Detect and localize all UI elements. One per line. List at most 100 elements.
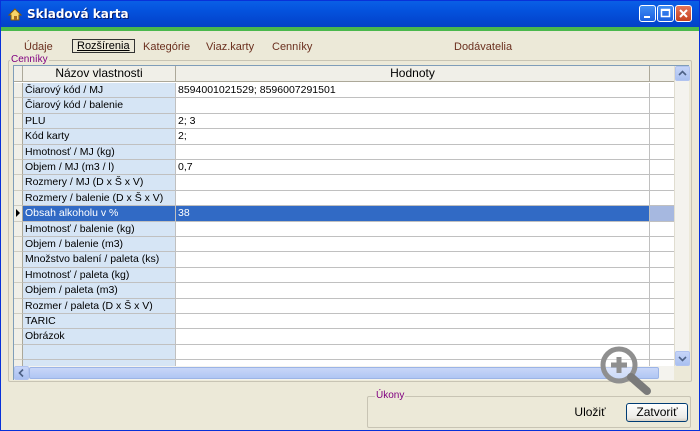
- property-name-cell[interactable]: Hmotnosť / paleta (kg): [23, 267, 176, 284]
- row-indicator[interactable]: [14, 221, 23, 237]
- extra-cell[interactable]: [650, 129, 674, 145]
- table-row[interactable]: Rozmer / paleta (D x Š x V): [14, 298, 674, 314]
- extra-cell[interactable]: [650, 329, 674, 345]
- scroll-down-button[interactable]: [675, 351, 690, 366]
- property-value-cell[interactable]: [176, 329, 650, 345]
- table-row[interactable]: Obsah alkoholu v % 38: [14, 206, 674, 222]
- property-name-cell[interactable]: Čiarový kód / MJ: [23, 83, 176, 99]
- extra-cell[interactable]: [650, 268, 674, 284]
- property-value-cell[interactable]: [176, 283, 650, 299]
- table-row[interactable]: PLU 2; 3: [14, 113, 674, 130]
- tab-kategorie[interactable]: Kategórie: [143, 41, 190, 54]
- close-button[interactable]: Zatvoriť: [626, 403, 688, 422]
- row-indicator[interactable]: [14, 252, 23, 268]
- table-row[interactable]: Množstvo balení / paleta (ks): [14, 252, 674, 268]
- property-value-cell[interactable]: [176, 344, 650, 361]
- property-name-cell[interactable]: Hmotnosť / MJ (kg): [23, 144, 176, 160]
- property-name-cell[interactable]: Objem / MJ (m3 / l): [23, 160, 176, 176]
- property-name-cell[interactable]: Množstvo balení / paleta (ks): [23, 252, 176, 268]
- property-value-cell[interactable]: [176, 298, 650, 314]
- table-row[interactable]: Čiarový kód / balenie: [14, 98, 674, 114]
- extra-cell[interactable]: [650, 222, 674, 237]
- row-indicator[interactable]: [14, 129, 23, 145]
- table-row[interactable]: TARIC: [14, 314, 674, 330]
- property-name-cell[interactable]: Rozmery / balenie (D x Š x V): [23, 190, 176, 207]
- extra-cell[interactable]: [650, 160, 674, 176]
- tab-udaje[interactable]: Údaje: [24, 41, 53, 54]
- column-header-name[interactable]: Názov vlastnosti: [23, 66, 176, 82]
- row-indicator[interactable]: [14, 190, 23, 207]
- extra-cell[interactable]: [650, 252, 674, 268]
- extra-cell[interactable]: [650, 283, 674, 299]
- scroll-left-button[interactable]: [14, 366, 29, 380]
- property-name-cell[interactable]: Obrázok: [23, 329, 176, 345]
- title-bar[interactable]: Skladová karta: [1, 1, 699, 27]
- property-name-cell[interactable]: Rozmery / MJ (D x Š x V): [23, 175, 176, 191]
- property-value-cell[interactable]: [176, 221, 650, 237]
- property-value-cell[interactable]: [176, 175, 650, 191]
- property-name-cell[interactable]: Čiarový kód / balenie: [23, 98, 176, 114]
- extra-cell[interactable]: [650, 206, 674, 222]
- extra-cell[interactable]: [650, 314, 674, 330]
- table-row[interactable]: Hmotnosť / paleta (kg): [14, 267, 674, 284]
- extra-cell[interactable]: [650, 345, 674, 361]
- property-value-cell[interactable]: 8594001021529; 8596007291501: [176, 83, 650, 99]
- row-indicator[interactable]: [14, 160, 23, 176]
- table-row[interactable]: Hmotnosť / balenie (kg): [14, 221, 674, 237]
- property-value-cell[interactable]: [176, 267, 650, 284]
- row-indicator[interactable]: [14, 298, 23, 314]
- scroll-up-button[interactable]: [675, 66, 690, 81]
- table-row[interactable]: Čiarový kód / MJ 8594001021529; 859600729…: [14, 83, 674, 99]
- row-indicator[interactable]: [14, 344, 23, 361]
- property-value-cell[interactable]: [176, 252, 650, 268]
- property-value-cell[interactable]: 2; 3: [176, 113, 650, 130]
- property-name-cell[interactable]: PLU: [23, 113, 176, 130]
- property-name-cell[interactable]: Obsah alkoholu v %: [23, 206, 176, 222]
- row-indicator[interactable]: [14, 175, 23, 191]
- row-indicator[interactable]: [14, 267, 23, 284]
- extra-cell[interactable]: [650, 175, 674, 191]
- property-name-cell[interactable]: Objem / balenie (m3): [23, 237, 176, 253]
- column-header-values[interactable]: Hodnoty: [176, 66, 650, 82]
- property-value-cell[interactable]: 0,7: [176, 160, 650, 176]
- row-indicator[interactable]: [14, 206, 23, 222]
- property-value-cell[interactable]: [176, 190, 650, 207]
- extra-cell[interactable]: [650, 299, 674, 314]
- extra-cell[interactable]: [650, 83, 674, 99]
- row-indicator[interactable]: [14, 237, 23, 253]
- vertical-scrollbar[interactable]: [674, 66, 690, 366]
- row-indicator[interactable]: [14, 283, 23, 299]
- row-indicator[interactable]: [14, 314, 23, 330]
- tab-dodavatelia[interactable]: Dodávatelia: [454, 41, 512, 54]
- property-value-cell[interactable]: [176, 237, 650, 253]
- horizontal-scrollbar[interactable]: [14, 366, 674, 380]
- table-row[interactable]: Rozmery / MJ (D x Š x V): [14, 175, 674, 191]
- minimize-button[interactable]: [639, 5, 656, 22]
- table-row[interactable]: Kód karty 2;: [14, 129, 674, 145]
- table-row[interactable]: Hmotnosť / MJ (kg): [14, 144, 674, 160]
- row-indicator[interactable]: [14, 98, 23, 114]
- property-value-cell[interactable]: [176, 98, 650, 114]
- close-window-button[interactable]: [675, 5, 692, 22]
- property-name-cell[interactable]: Hmotnosť / balenie (kg): [23, 221, 176, 237]
- extra-cell[interactable]: [650, 114, 674, 130]
- extra-cell[interactable]: [650, 145, 674, 160]
- maximize-button[interactable]: [657, 5, 674, 22]
- row-indicator[interactable]: [14, 113, 23, 130]
- property-name-cell[interactable]: Rozmer / paleta (D x Š x V): [23, 298, 176, 314]
- property-name-cell[interactable]: Kód karty: [23, 129, 176, 145]
- table-row[interactable]: Rozmery / balenie (D x Š x V): [14, 190, 674, 207]
- extra-cell[interactable]: [650, 98, 674, 114]
- property-value-cell[interactable]: [176, 314, 650, 330]
- row-indicator[interactable]: [14, 329, 23, 345]
- extra-cell[interactable]: [650, 191, 674, 207]
- property-name-cell[interactable]: Objem / paleta (m3): [23, 283, 176, 299]
- table-row[interactable]: Objem / paleta (m3): [14, 283, 674, 299]
- save-button[interactable]: Uložiť: [571, 404, 609, 422]
- horizontal-scroll-thumb[interactable]: [29, 367, 659, 379]
- row-indicator[interactable]: [14, 144, 23, 160]
- property-value-cell[interactable]: [176, 144, 650, 160]
- table-row[interactable]: Objem / MJ (m3 / l) 0,7: [14, 160, 674, 176]
- property-name-cell[interactable]: [23, 344, 176, 361]
- property-name-cell[interactable]: TARIC: [23, 314, 176, 330]
